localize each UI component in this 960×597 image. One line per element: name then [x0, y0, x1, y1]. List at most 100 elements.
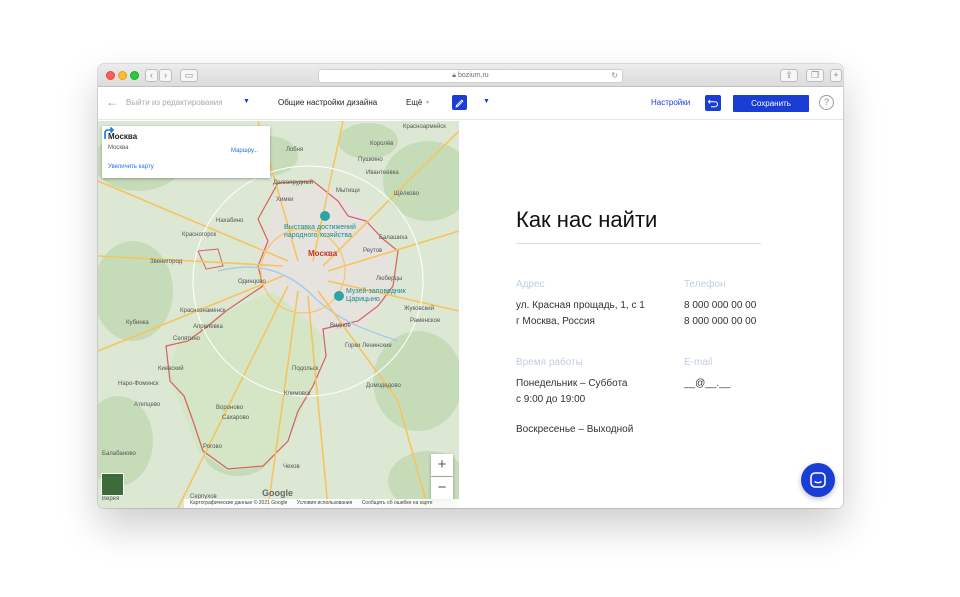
design-settings-button[interactable]: Общие настройки дизайна [278, 98, 377, 107]
map-label: Подольск [292, 366, 319, 372]
map-label: Королёв [370, 141, 394, 147]
map-label: Нахабино [216, 218, 244, 224]
map-label: Наро-Фоминск [118, 381, 159, 387]
map-label: Балашиха [379, 235, 408, 241]
poi-line: Музей-заповедник [346, 288, 406, 295]
map-label: Апрелевка [193, 324, 223, 330]
editor-toolbar: ← Выйти из редактирования ▼ Общие настро… [98, 87, 843, 120]
poi-line: Царицыно [346, 296, 380, 303]
address-bar[interactable]: 🔒︎ bozium.ru ↻ [318, 69, 623, 83]
save-button[interactable]: Сохранить [733, 95, 809, 112]
back-arrow-icon[interactable]: ‹ [145, 69, 158, 82]
exit-editing-button[interactable]: Выйти из редактирования [126, 98, 223, 107]
sidebar-toggle-icon[interactable]: ▭ [180, 69, 198, 82]
phone-label: Телефон [684, 279, 726, 290]
map-label: Раменское [410, 318, 441, 324]
map-label: Щёлково [394, 191, 419, 197]
map-label: Горки Ленинские [345, 343, 392, 349]
chat-icon [810, 472, 826, 488]
chat-widget-button[interactable] [801, 463, 835, 497]
map-label: Одинцово [238, 279, 266, 285]
address-line: г Москва, Россия [516, 316, 595, 327]
undo-icon [707, 99, 718, 108]
browser-window: ‹ › ▭ 🔒︎ bozium.ru ↻ ⇪ ❐ + ← Выйти из ре… [98, 64, 843, 508]
contacts-section: Как нас найти Адрес ул. Красная прощадь,… [459, 121, 843, 508]
hours-line: Воскресенье – Выходной [516, 424, 634, 435]
map-label: Домодедово [366, 383, 401, 389]
poi-line: народного хозяйства [284, 232, 352, 239]
back-arrow-icon[interactable]: ← [106, 95, 118, 109]
hours-label: Время работы [516, 357, 583, 368]
email-label: E-mail [684, 357, 713, 368]
maximize-window-icon[interactable] [130, 71, 139, 80]
chevron-down-icon[interactable]: ▼ [483, 98, 490, 105]
forward-arrow-icon[interactable]: › [159, 69, 172, 82]
map-label: Верея [102, 496, 120, 502]
hours-line: с 9:00 до 19:00 [516, 394, 586, 405]
poi-museum-label: Музей-заповедник Царицыно [346, 288, 406, 304]
map-label: Краснознаменск [180, 308, 226, 314]
map-attribution: Картографические данные © 2021 Google Ус… [184, 499, 459, 508]
close-window-icon[interactable] [106, 71, 115, 80]
map-label: Красноармейск [403, 124, 446, 130]
map-label: Атепцево [134, 402, 161, 408]
directions-icon[interactable] [102, 126, 116, 140]
poi-exhibition-label: Выставка достижений народного хозяйства [284, 224, 356, 240]
enlarge-map-link[interactable]: Увеличить карту [108, 164, 154, 170]
map-label: Люберцы [376, 276, 403, 282]
map-label: Пушкино [358, 157, 383, 163]
pen-icon [455, 99, 464, 108]
google-map[interactable]: Москва Москва Увеличить карту Маршру... … [98, 121, 459, 508]
new-tab-icon[interactable]: + [830, 69, 842, 82]
map-label: Ивантеевка [366, 170, 399, 176]
help-icon[interactable]: ? [819, 95, 834, 110]
satellite-toggle-button[interactable] [101, 473, 124, 496]
map-label: Лобня [286, 147, 304, 153]
map-label: Киевский [158, 366, 184, 372]
report-error-link[interactable]: Сообщить об ошибке на карте [362, 500, 433, 506]
map-label: Кубинка [126, 320, 149, 326]
hours-line: Понедельник – Суббота [516, 378, 628, 389]
map-label: Реутов [363, 248, 383, 254]
reload-icon[interactable]: ↻ [611, 70, 618, 82]
map-label: Видное [330, 323, 351, 329]
terms-link[interactable]: Условия использования [297, 500, 353, 506]
map-label: Долгопрудный [273, 180, 314, 186]
map-label: Жуковский [404, 306, 434, 312]
phone-number: 8 000 000 00 00 [684, 316, 757, 327]
map-label: Звенигород [150, 259, 183, 265]
chevron-down-icon[interactable]: ▾ [426, 99, 429, 106]
chevron-down-icon[interactable]: ▼ [243, 98, 250, 105]
undo-button[interactable] [705, 95, 721, 111]
more-menu-button[interactable]: Ещё [406, 98, 422, 107]
minimize-window-icon[interactable] [118, 71, 127, 80]
map-label: Балабаново [102, 451, 136, 457]
zoom-out-button[interactable]: − [431, 477, 453, 499]
address-line: ул. Красная прощадь, 1, с 1 [516, 300, 645, 311]
map-label: Красногорск [182, 232, 217, 238]
zoom-in-button[interactable]: + [431, 454, 453, 476]
share-icon[interactable]: ⇪ [780, 69, 798, 82]
lock-icon: 🔒︎ [452, 72, 457, 79]
map-place-card: Москва Москва Увеличить карту Маршру... [102, 126, 270, 178]
phone-number: 8 000 000 00 00 [684, 300, 757, 311]
map-label: Сахарово [222, 415, 250, 421]
pen-edit-button[interactable] [452, 95, 467, 110]
map-label: Селятино [173, 336, 200, 342]
map-label: Климовск [284, 391, 311, 397]
map-label: Чехов [283, 464, 300, 470]
map-label: Рогово [203, 444, 222, 450]
tabs-icon[interactable]: ❐ [806, 69, 824, 82]
email-value: __@__.__ [684, 378, 731, 389]
address-label: Адрес [516, 279, 545, 290]
url-text: bozium.ru [457, 72, 489, 79]
moscow-label: Москва [308, 249, 338, 258]
map-data-credit: Картографические данные © 2021 Google [190, 500, 288, 506]
title-divider [516, 243, 761, 244]
map-label: Вороново [216, 405, 244, 411]
google-logo: Google [262, 488, 293, 498]
poi-line: Выставка достижений [284, 224, 356, 231]
section-title: Как нас найти [516, 207, 658, 232]
settings-button[interactable]: Настройки [651, 98, 690, 107]
route-link[interactable]: Маршру... [231, 148, 258, 154]
